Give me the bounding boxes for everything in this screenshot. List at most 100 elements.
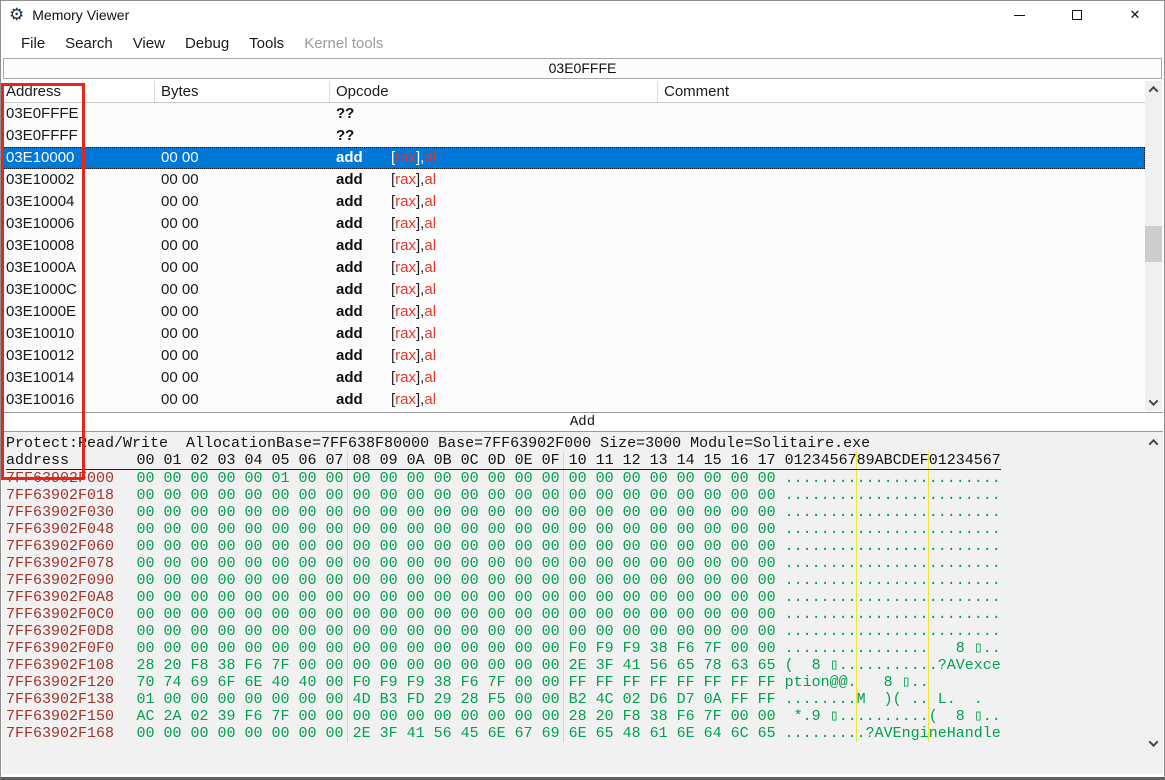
hex-bytes-group: 00 00 00 00 00 00 00 00 xyxy=(132,725,348,742)
hex-row[interactable]: 7FF63902F03000 00 00 00 00 00 00 0000 00… xyxy=(6,504,1163,521)
scroll-up-icon[interactable] xyxy=(1145,434,1162,451)
menu-item-search[interactable]: Search xyxy=(55,35,123,52)
disasm-bytes: 00 00 xyxy=(161,345,199,367)
column-header-comment[interactable]: Comment xyxy=(664,81,729,102)
scroll-up-icon[interactable] xyxy=(1145,81,1162,98)
hex-bytes-group: 00 00 00 00 00 00 00 00 xyxy=(563,470,780,487)
hex-bytes-group: 00 00 00 00 00 00 00 00 xyxy=(347,640,564,657)
hex-row[interactable]: 7FF63902F12070 74 69 6F 6E 40 40 00F0 F9… xyxy=(6,674,1163,691)
disasm-address: 03E10002 xyxy=(6,169,74,191)
window-title: Memory Viewer xyxy=(32,7,129,23)
menu-item-debug[interactable]: Debug xyxy=(175,35,239,52)
close-icon: ✕ xyxy=(1130,8,1141,23)
hex-address: 7FF63902F0C0 xyxy=(6,606,132,623)
column-header-opcode[interactable]: Opcode xyxy=(336,81,389,102)
disasm-row[interactable]: 03E1000C00 00add[rax],al xyxy=(3,279,1162,301)
disasm-row[interactable]: 03E1001000 00add[rax],al xyxy=(3,323,1162,345)
hex-row[interactable]: 7FF63902F01800 00 00 00 00 00 00 0000 00… xyxy=(6,487,1163,504)
hex-address: 7FF63902F060 xyxy=(6,538,132,555)
hex-bytes-group: 00 00 00 00 00 00 00 00 xyxy=(347,708,564,725)
disasm-row[interactable]: 03E1000A00 00add[rax],al xyxy=(3,257,1162,279)
hex-ascii-group: ........ xyxy=(928,521,1001,538)
hex-scrollbar[interactable] xyxy=(1145,434,1162,752)
disasm-address: 03E1000E xyxy=(6,301,76,323)
scroll-down-icon[interactable] xyxy=(1145,735,1162,752)
hex-ascii-group: ........ xyxy=(928,487,1001,504)
titlebar: ⚙ Memory Viewer ✕ xyxy=(1,1,1164,29)
hex-ascii-group: L. . xyxy=(928,691,1001,708)
hex-address: 7FF63902F168 xyxy=(6,725,132,742)
disasm-scrollbar[interactable] xyxy=(1145,81,1162,411)
hex-row[interactable]: 7FF63902F0F000 00 00 00 00 00 00 0000 00… xyxy=(6,640,1163,657)
disasm-address: 03E1000A xyxy=(6,257,76,279)
hex-ascii-group: ........ xyxy=(928,504,1001,521)
hex-row[interactable]: 7FF63902F150AC 2A 02 39 F6 7F 00 0000 00… xyxy=(6,708,1163,725)
disasm-opcode: add xyxy=(336,279,363,301)
hex-row[interactable]: 7FF63902F00000 00 00 00 00 01 00 0000 00… xyxy=(6,470,1163,487)
column-separator xyxy=(154,81,155,102)
hex-bytes-group: 4D B3 FD 29 28 F5 00 00 xyxy=(347,691,564,708)
disasm-row[interactable]: 03E1000800 00add[rax],al xyxy=(3,235,1162,257)
hex-bytes-group: 00 00 00 00 00 00 00 00 xyxy=(347,589,564,606)
hex-bytes-group: 00 00 00 00 00 00 00 00 xyxy=(563,572,780,589)
hex-address: 7FF63902F0F0 xyxy=(6,640,132,657)
hex-address: 7FF63902F030 xyxy=(6,504,132,521)
menu-item-tools[interactable]: Tools xyxy=(239,35,294,52)
symbol-bar[interactable]: Add xyxy=(2,412,1163,432)
disasm-address: 03E10016 xyxy=(6,389,74,411)
disasm-row[interactable]: 03E1001600 00add[rax],al xyxy=(3,389,1162,411)
column-header-bytes[interactable]: Bytes xyxy=(161,81,199,102)
hex-row[interactable]: 7FF63902F10828 20 F8 38 F6 7F 00 0000 00… xyxy=(6,657,1163,674)
disasm-bytes: 00 00 xyxy=(161,147,199,169)
hex-row[interactable]: 7FF63902F09000 00 00 00 00 00 00 0000 00… xyxy=(6,572,1163,589)
disasm-row[interactable]: 03E0FFFE?? xyxy=(3,103,1162,125)
current-address-bar[interactable]: 03E0FFFE xyxy=(3,58,1162,79)
hex-row[interactable]: 7FF63902F07800 00 00 00 00 00 00 0000 00… xyxy=(6,555,1163,572)
disasm-operand: [rax],al xyxy=(391,169,436,191)
hex-row[interactable]: 7FF63902F0A800 00 00 00 00 00 00 0000 00… xyxy=(6,589,1163,606)
hex-row[interactable]: 7FF63902F0D800 00 00 00 00 00 00 0000 00… xyxy=(6,623,1163,640)
disasm-address: 03E10006 xyxy=(6,213,74,235)
disasm-row[interactable]: 03E1000600 00add[rax],al xyxy=(3,213,1162,235)
disasm-row[interactable]: 03E1000E00 00add[rax],al xyxy=(3,301,1162,323)
disasm-address: 03E10014 xyxy=(6,367,74,389)
disasm-row[interactable]: 03E1000400 00add[rax],al xyxy=(3,191,1162,213)
menu-item-view[interactable]: View xyxy=(123,35,175,52)
hex-address: 7FF63902F048 xyxy=(6,521,132,538)
hex-ascii-group xyxy=(928,674,1001,691)
hex-bytes-group: 00 00 00 00 00 00 00 00 xyxy=(563,538,780,555)
minimize-button[interactable] xyxy=(990,1,1048,29)
hex-ascii-group: 8 ▯.. xyxy=(928,640,1001,657)
hex-bytes-group: 2E 3F 41 56 65 78 63 65 xyxy=(563,657,780,674)
hex-ascii-group: ........ xyxy=(928,555,1001,572)
scroll-down-icon[interactable] xyxy=(1145,394,1162,411)
hex-bytes-group: 00 00 00 00 00 00 00 00 xyxy=(563,504,780,521)
hex-ascii-group: ........ xyxy=(785,538,857,555)
hex-row[interactable]: 7FF63902F06000 00 00 00 00 00 00 0000 00… xyxy=(6,538,1163,555)
menu-item-file[interactable]: File xyxy=(11,35,55,52)
column-header-address[interactable]: Address xyxy=(6,81,61,102)
hex-row[interactable]: 7FF63902F16800 00 00 00 00 00 00 002E 3F… xyxy=(6,725,1163,742)
close-button[interactable]: ✕ xyxy=(1106,1,1164,29)
hex-ascii-group: ( 8 ▯.. xyxy=(785,657,857,674)
menu-item-kernel-tools: Kernel tools xyxy=(294,35,393,52)
disasm-row[interactable]: 03E1001200 00add[rax],al xyxy=(3,345,1162,367)
disasm-operand: [rax],al xyxy=(391,323,436,345)
disasm-address: 03E10000 xyxy=(6,147,74,169)
disasm-opcode: add xyxy=(336,367,363,389)
hex-row[interactable]: 7FF63902F0C000 00 00 00 00 00 00 0000 00… xyxy=(6,606,1163,623)
disasm-bytes: 00 00 xyxy=(161,257,199,279)
disasm-row[interactable]: 03E1001400 00add[rax],al xyxy=(3,367,1162,389)
disasm-row[interactable]: 03E1000000 00add[rax],al xyxy=(3,147,1145,169)
disasm-scrollbar-thumb[interactable] xyxy=(1145,226,1162,262)
disasm-row[interactable]: 03E1000200 00add[rax],al xyxy=(3,169,1162,191)
disasm-operand: [rax],al xyxy=(391,235,436,257)
disasm-bytes: 00 00 xyxy=(161,301,199,323)
maximize-button[interactable] xyxy=(1048,1,1106,29)
hex-row[interactable]: 7FF63902F04800 00 00 00 00 00 00 0000 00… xyxy=(6,521,1163,538)
disasm-opcode: add xyxy=(336,169,363,191)
disasm-bytes: 00 00 xyxy=(161,235,199,257)
disasm-address: 03E10004 xyxy=(6,191,74,213)
hex-row[interactable]: 7FF63902F13801 00 00 00 00 00 00 004D B3… xyxy=(6,691,1163,708)
disasm-row[interactable]: 03E0FFFF?? xyxy=(3,125,1162,147)
